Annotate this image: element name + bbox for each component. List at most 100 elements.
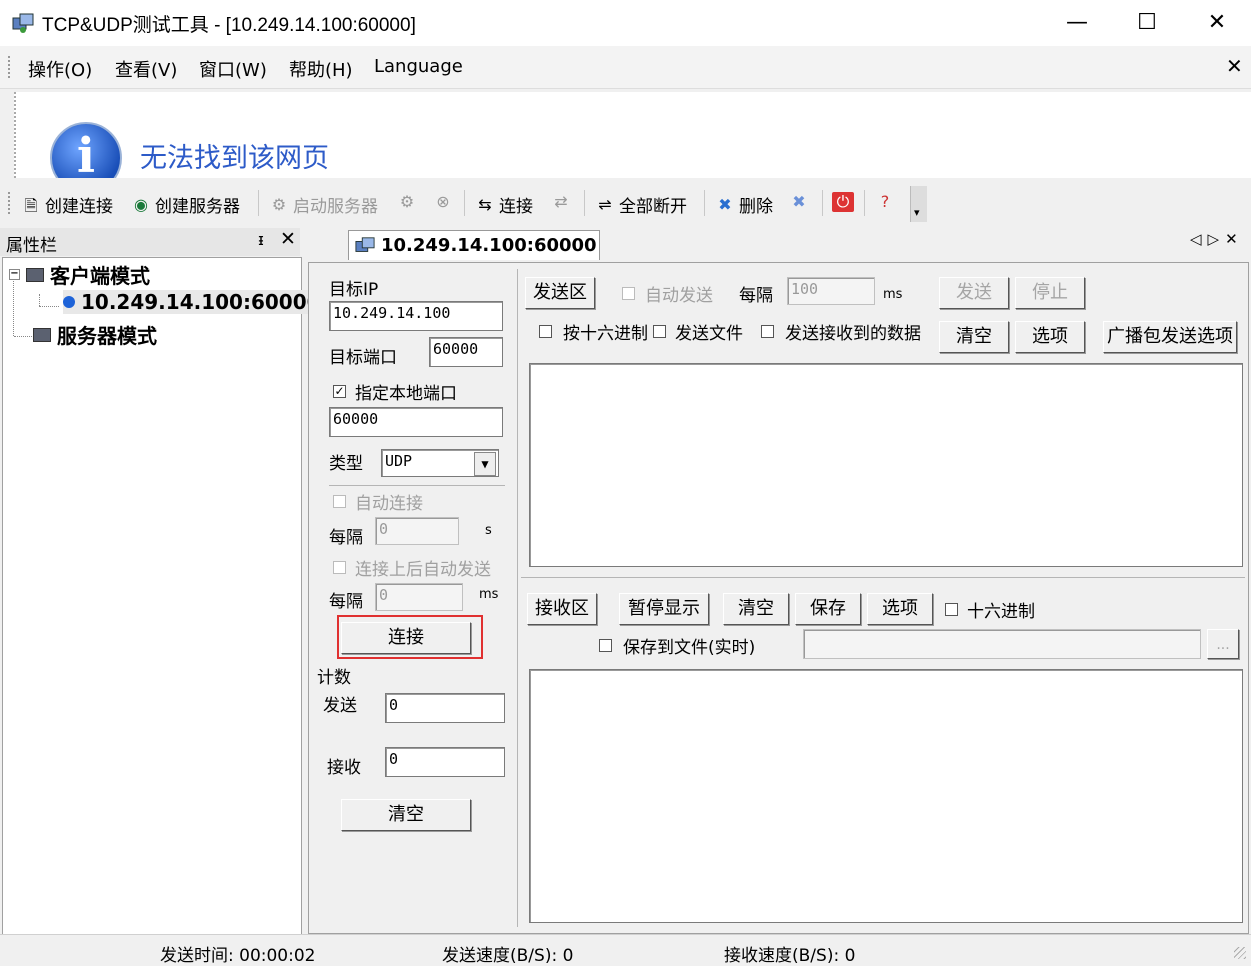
delete-x-icon: ✖ [718, 194, 732, 214]
send-hex-checkbox[interactable] [539, 325, 552, 338]
create-connection-button[interactable]: 🗎 创建连接 [20, 192, 113, 218]
chevron-down-icon[interactable]: ▼ [474, 452, 496, 476]
menu-close-button[interactable]: ✕ [1226, 54, 1243, 78]
send-hex-label: 按十六进制 [563, 324, 648, 344]
tree-client-mode[interactable]: − 客户端模式 [9, 260, 150, 289]
auto-connect-interval-label: 每隔 [329, 528, 363, 548]
toolbar-separator [584, 190, 585, 216]
local-port-checkbox[interactable]: ✓ [333, 385, 346, 398]
tab-connection[interactable]: 10.249.14.100:60000 [348, 230, 600, 260]
menu-language[interactable]: Language [374, 56, 463, 77]
target-ip-label: 目标IP [329, 280, 379, 300]
recv-clear-button[interactable]: 清空 [723, 593, 789, 625]
save-to-file-checkbox[interactable] [599, 639, 612, 652]
connect-button[interactable]: 连接 [341, 622, 471, 654]
maximize-button[interactable]: ☐ [1112, 0, 1182, 46]
banner-message: 无法找到该网页 [140, 143, 329, 174]
recv-hex-checkbox[interactable] [945, 603, 958, 616]
divider [329, 485, 505, 486]
auto-connect-unit: s [485, 523, 492, 538]
auto-connect-interval-input[interactable]: 0 [375, 517, 459, 545]
delete-all-button[interactable]: ✖ [788, 192, 810, 212]
stop-button[interactable]: 停止 [1015, 277, 1085, 309]
toolbar-overflow-button[interactable]: ▾ [910, 186, 927, 222]
recv-textarea[interactable] [529, 669, 1243, 923]
resize-grip[interactable] [1234, 947, 1246, 959]
app-icon [12, 13, 34, 33]
close-window-button[interactable]: ✕ [1182, 0, 1251, 46]
pause-display-button[interactable]: 暂停显示 [619, 593, 709, 625]
send-options-button[interactable]: 选项 [1015, 321, 1085, 353]
recv-options-button[interactable]: 选项 [867, 593, 933, 625]
send-count-label: 发送 [323, 696, 357, 716]
pin-button[interactable]: ᵻ [258, 230, 264, 249]
power-button[interactable]: ⏻ [832, 192, 854, 212]
recv-save-button[interactable]: 保存 [795, 593, 861, 625]
local-port-input[interactable]: 60000 [329, 407, 503, 437]
type-select[interactable]: UDP ▼ [381, 449, 499, 477]
counter-title: 计数 [317, 668, 351, 688]
connection-tab-icon [355, 236, 375, 252]
delete-button[interactable]: ✖ 删除 [714, 192, 773, 218]
property-panel-title: 属性栏 [6, 236, 57, 256]
cancel-button[interactable]: ⊗ [432, 192, 454, 212]
toolbar-separator [464, 190, 465, 216]
send-button[interactable]: 发送 [939, 277, 1009, 309]
auto-connect-checkbox[interactable] [333, 495, 346, 508]
browse-file-button[interactable]: ... [1207, 629, 1239, 659]
recv-count-input[interactable]: 0 [385, 747, 505, 777]
title-bar: TCP&UDP测试工具 - [10.249.14.100:60000] — ☐ … [0, 0, 1251, 46]
save-to-file-label: 保存到文件(实时) [623, 638, 756, 658]
local-port-checkbox-label: 指定本地端口 [355, 384, 457, 404]
collapse-icon[interactable]: − [9, 269, 20, 280]
menu-operate[interactable]: 操作(O) [28, 56, 92, 82]
document-icon: 🗎 [24, 195, 38, 215]
send-interval-input[interactable]: 100 [787, 277, 875, 305]
auto-send-unit: ms [479, 587, 499, 602]
send-received-checkbox[interactable] [761, 325, 774, 338]
connect-toolbar-button[interactable]: ⇆ 连接 [474, 192, 533, 218]
computer-icon [26, 267, 44, 282]
tab-navigation[interactable]: ◁▷✕ [1190, 230, 1244, 248]
menu-grip [8, 56, 12, 78]
minimize-button[interactable]: — [1042, 0, 1112, 46]
send-count-input[interactable]: 0 [385, 693, 505, 723]
save-file-path-input[interactable] [803, 629, 1201, 659]
stop-server-button[interactable]: ⚙ [396, 192, 418, 212]
info-icon: i [50, 122, 122, 178]
property-panel-header: 属性栏 ᵻ ✕ [0, 228, 300, 256]
tree-server-mode[interactable]: 服务器模式 [33, 320, 157, 349]
target-ip-input[interactable]: 10.249.14.100 [329, 301, 503, 331]
clear-counter-button[interactable]: 清空 [341, 799, 471, 831]
power-icon: ⏻ [832, 192, 854, 212]
send-area-title: 发送区 [525, 277, 595, 309]
connection-tree: − 客户端模式 10.249.14.100:60000 服务器模式 [2, 257, 325, 935]
auto-connect-label: 自动连接 [355, 494, 423, 514]
create-server-button[interactable]: ◉ 创建服务器 [130, 192, 240, 218]
menu-window[interactable]: 窗口(W) [199, 56, 267, 82]
menu-help[interactable]: 帮助(H) [289, 56, 353, 82]
menu-view[interactable]: 查看(V) [115, 56, 177, 82]
tree-client-connection[interactable]: 10.249.14.100:60000 [63, 290, 325, 314]
broadcast-options-button[interactable]: 广播包发送选项 [1103, 321, 1237, 353]
network-disconnect-icon: ⇄ [554, 192, 568, 211]
chevron-down-icon: ▾ [914, 206, 920, 219]
property-panel-close-button[interactable]: ✕ [280, 228, 296, 250]
start-server-button[interactable]: ⚙ 启动服务器 [268, 192, 378, 218]
computer-icon [33, 327, 51, 342]
send-textarea[interactable] [529, 363, 1243, 567]
minimize-icon: — [1066, 10, 1088, 35]
send-file-checkbox[interactable] [653, 325, 666, 338]
globe-icon: ◉ [134, 194, 148, 214]
disconnect-toolbar-button[interactable]: ⇄ [550, 192, 572, 212]
auto-send-checkbox[interactable] [622, 287, 635, 300]
about-button[interactable]: ? [874, 192, 896, 212]
server-stop-icon: ⚙ [399, 192, 415, 211]
auto-send-after-connect-checkbox[interactable] [333, 561, 346, 574]
disconnect-all-button[interactable]: ⇌ 全部断开 [594, 192, 687, 218]
tree-line [14, 336, 32, 338]
toolbar-separator [864, 190, 865, 216]
auto-send-interval-input[interactable]: 0 [375, 583, 463, 611]
target-port-input[interactable]: 60000 [429, 337, 503, 367]
send-clear-button[interactable]: 清空 [939, 321, 1009, 353]
